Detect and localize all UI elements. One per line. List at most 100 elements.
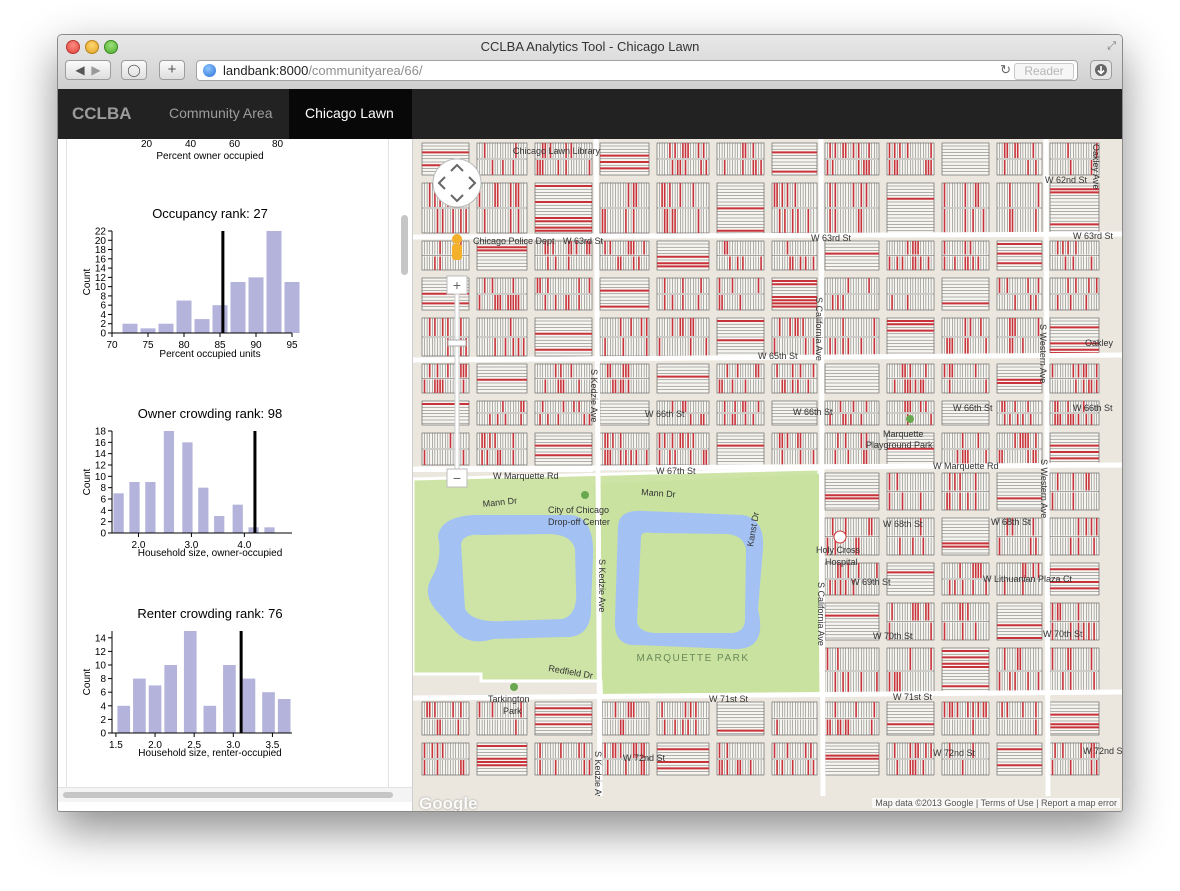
reload-icon[interactable]: ↻ xyxy=(1000,62,1011,78)
chart-title: Owner crowding rank: 98 xyxy=(137,406,283,421)
histogram-bar xyxy=(223,665,236,733)
histogram-bar xyxy=(194,319,210,333)
map-label: Holy Cross xyxy=(816,545,861,555)
share-icon: ◯ xyxy=(127,63,141,77)
y-tick-label: 2 xyxy=(100,715,106,726)
histogram-bar xyxy=(264,527,275,533)
x-tick-label: 4.0 xyxy=(237,540,251,548)
y-tick-label: 6 xyxy=(100,495,106,506)
map-label: S California Ave xyxy=(814,297,824,361)
terms-link[interactable]: Terms of Use xyxy=(981,798,1034,808)
pegman-icon[interactable] xyxy=(452,234,462,260)
titlebar: CCLBA Analytics Tool - Chicago Lawn ⤢ ◀ … xyxy=(58,35,1122,90)
zoom-slider-track[interactable] xyxy=(454,293,460,470)
x-tick-label: 3.0 xyxy=(184,540,198,548)
back-icon[interactable]: ◀ xyxy=(75,63,84,77)
map-label: W 65th St xyxy=(758,351,798,361)
plus-icon: + xyxy=(167,61,177,78)
sidebar: 20 40 60 80 Percent owner occupied Occup… xyxy=(58,139,412,811)
histogram-bar xyxy=(212,305,228,333)
map-label: W 71st St xyxy=(709,694,749,704)
x-tick-label: 75 xyxy=(142,340,154,348)
navbar: CCLBA Community Area Chicago Lawn xyxy=(58,89,1122,139)
map-label: W 71st St xyxy=(893,692,933,702)
map-canvas[interactable]: W 62nd St W 63rd St W 63rd St W 63rd St W 65… xyxy=(413,139,1123,796)
x-tick-label: 95 xyxy=(286,340,298,348)
forward-icon[interactable]: ▶ xyxy=(91,63,100,77)
y-tick-label: 0 xyxy=(100,729,106,740)
x-tick-label: 70 xyxy=(106,340,118,348)
zoom-slider-handle[interactable] xyxy=(447,339,467,347)
x-axis-label: Percent occupied units xyxy=(159,349,261,360)
x-tick-label: 80 xyxy=(178,340,190,348)
map-label: W 72nd St xyxy=(1083,746,1123,756)
new-tab-button[interactable]: + xyxy=(159,60,185,80)
park-icon[interactable] xyxy=(510,683,518,691)
nav-chicago-lawn[interactable]: Chicago Lawn xyxy=(289,89,412,139)
zoom-in-button[interactable]: + xyxy=(446,275,468,295)
map-label: Drop-off Center xyxy=(548,517,610,527)
brand-logo[interactable]: CCLBA xyxy=(72,104,132,124)
map-label: S Kedzie Ave xyxy=(589,369,599,422)
y-axis-label: Count xyxy=(82,468,93,495)
x-tick-label: 2.0 xyxy=(132,540,146,548)
histogram-bar xyxy=(266,231,282,333)
map-label: W 63rd St xyxy=(811,233,852,243)
map-label: W 72nd St xyxy=(623,753,666,763)
map-label: W 70th St xyxy=(1043,629,1083,639)
zoom-out-button[interactable]: − xyxy=(446,468,468,488)
y-tick-label: 14 xyxy=(95,449,107,460)
park-label: MARQUETTE PARK xyxy=(636,653,749,664)
x-tick-label: 90 xyxy=(250,340,262,348)
histogram-bar xyxy=(148,685,162,733)
map[interactable]: W 62nd St W 63rd St W 63rd St W 63rd St W 65… xyxy=(413,139,1123,796)
map-pan-control[interactable] xyxy=(432,158,482,208)
y-tick-label: 10 xyxy=(95,472,107,483)
map-label: W Marquette Rd xyxy=(493,471,559,481)
histogram-bar xyxy=(214,516,225,533)
map-label: S Kedzie Ave xyxy=(597,559,607,612)
address-bar[interactable]: landbank:8000/communityarea/66/ ↻ Reader xyxy=(196,60,1078,81)
map-label: S California Ave xyxy=(816,582,826,646)
x-tick-label: 1.5 xyxy=(109,740,123,748)
hospital-icon[interactable] xyxy=(833,530,847,544)
x-tick-label: 80 xyxy=(272,139,284,150)
histogram-bar xyxy=(248,277,264,333)
y-tick-label: 12 xyxy=(95,647,107,658)
y-tick-label: 4 xyxy=(100,506,106,517)
map-label: W 63rd St xyxy=(563,236,604,246)
window-title: CCLBA Analytics Tool - Chicago Lawn xyxy=(480,39,700,54)
y-axis-label: Count xyxy=(82,668,93,695)
fullscreen-icon[interactable]: ⤢ xyxy=(1107,40,1116,53)
map-label: W 70th St xyxy=(873,631,913,641)
share-button[interactable]: ◯ xyxy=(121,60,147,80)
histogram-bar xyxy=(158,323,174,333)
vertical-scrollbar[interactable] xyxy=(401,215,408,275)
map-label: City of Chicago xyxy=(548,505,609,515)
x-tick-label: 85 xyxy=(214,340,226,348)
globe-icon xyxy=(203,64,216,77)
map-label: Marquette xyxy=(883,429,924,439)
report-link[interactable]: Report a map error xyxy=(1041,798,1117,808)
map-label: W Lithuanian Plaza Ct xyxy=(983,574,1073,584)
nav-community-area[interactable]: Community Area xyxy=(169,105,272,121)
reader-button[interactable]: Reader xyxy=(1014,63,1074,80)
map-label: Chicago Lawn Library xyxy=(513,146,601,156)
back-forward-buttons[interactable]: ◀ ▶ xyxy=(65,60,111,80)
x-axis-label: Percent owner occupied xyxy=(156,151,264,162)
map-label: Tarkington xyxy=(488,694,530,704)
y-axis-label: Count xyxy=(82,268,93,295)
downloads-button[interactable] xyxy=(1090,60,1112,80)
x-tick-label: 40 xyxy=(185,139,197,150)
y-tick-label: 14 xyxy=(95,633,107,644)
horizontal-scrollbar[interactable] xyxy=(63,792,393,798)
histogram-bar xyxy=(176,300,192,333)
url-text[interactable]: landbank:8000/communityarea/66/ xyxy=(223,63,422,78)
histogram-bar xyxy=(182,442,193,533)
chart-title: Occupancy rank: 27 xyxy=(152,206,268,221)
owner-crowding-histogram: 024681012141618 2.0 3.0 4.0 Count xyxy=(82,427,292,548)
park-icon[interactable] xyxy=(906,415,914,423)
map-attribution[interactable]: Map data ©2013 Google | Terms of Use | R… xyxy=(872,798,1120,808)
x-tick-label: 2.0 xyxy=(148,740,162,748)
park-icon[interactable] xyxy=(581,491,589,499)
